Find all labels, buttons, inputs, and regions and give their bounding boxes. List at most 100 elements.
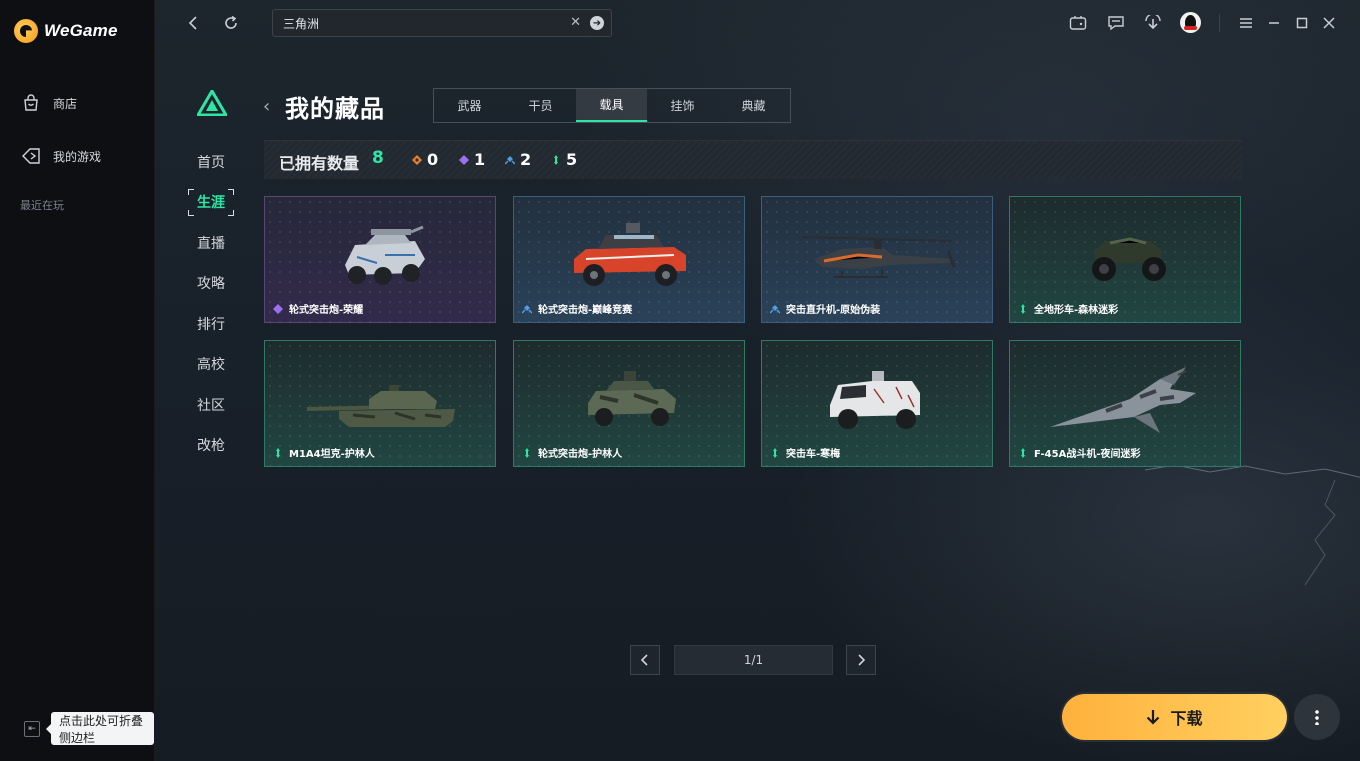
minimize-icon[interactable] [1263,12,1285,34]
vehicle-name: 突击直升机-原始伪装 [786,305,881,316]
tab-vehicles[interactable]: 载具 [576,89,647,122]
wegame-logo[interactable]: WeGame [14,19,118,43]
rarity-count-purple: 1 [459,150,485,169]
collection-back-icon[interactable]: ‹ [263,96,270,117]
atv-icon [1092,237,1166,281]
top-bar: ✕ ➜ [155,0,1360,45]
rarity-count-green: 5 [551,150,577,169]
download-button[interactable]: 下载 [1062,694,1287,740]
rarity-count-value: 1 [474,150,486,169]
search-bar: ✕ ➜ [272,9,612,37]
more-dots-icon [1315,709,1319,725]
next-page-button[interactable] [846,645,876,675]
game-nav-home[interactable]: 首页 [188,148,234,175]
sidebar-item-label: 我的游戏 [53,149,102,164]
game-nav-career[interactable]: 生涯 [188,188,234,216]
green-rarity-icon [773,447,777,458]
close-icon[interactable] [1318,12,1340,34]
vehicle-card[interactable]: 全地形车-森林迷彩 [1009,196,1241,323]
game-library-icon[interactable] [1067,12,1089,34]
game-controller-icon [21,146,41,166]
background-lightning-decoration [1144,464,1360,586]
vehicle-name: M1A4坦克-护林人 [289,449,375,460]
chevron-right-icon [858,654,866,666]
download-manager-icon[interactable] [1142,12,1164,34]
vehicle-card[interactable]: 轮式突击炮-荣耀 [264,196,496,323]
maximize-icon[interactable] [1291,12,1313,34]
tab-collection[interactable]: 典藏 [718,89,789,122]
vehicle-name: 轮式突击炮-巅峰竞赛 [538,305,633,316]
message-icon[interactable] [1105,12,1127,34]
chevron-left-icon [640,654,648,666]
owned-stats-bar: 已拥有数量 8 0 1 2 5 [264,140,1242,179]
tab-charms[interactable]: 挂饰 [647,89,718,122]
prev-page-button[interactable] [630,645,660,675]
user-avatar[interactable] [1180,12,1201,33]
menu-icon[interactable] [1235,12,1257,34]
download-arrow-icon [1147,710,1160,725]
vehicle-name: 突击车-寒梅 [786,449,841,460]
vehicle-card[interactable]: 突击车-寒梅 [761,340,993,467]
tab-weapons[interactable]: 武器 [434,89,505,122]
search-go-icon[interactable]: ➜ [590,16,604,30]
green-rarity-icon [276,447,280,458]
clear-search-icon[interactable]: ✕ [570,15,581,30]
brand-name: WeGame [44,21,118,40]
vehicle-card[interactable]: M1A4坦克-护林人 [264,340,496,467]
main-content: ✕ ➜ 首页 生涯 直播 攻略 [155,0,1360,761]
page-indicator[interactable]: 1/1 [674,645,833,675]
green-rarity-icon [525,447,529,458]
delta-force-logo-icon[interactable] [197,90,227,116]
fighter-jet-icon [1050,367,1196,433]
sidebar-item-shop[interactable]: 商店 [0,88,155,118]
owned-total-count: 8 [372,148,384,168]
game-nav-gun-mod[interactable]: 改枪 [188,432,234,459]
page-title: 我的藏品 [285,95,385,123]
vehicle-card[interactable]: 轮式突击炮-护林人 [513,340,745,467]
green-rarity-icon [1021,303,1025,314]
blue-rarity-icon [505,155,515,165]
attack-helicopter-icon [801,236,956,278]
rarity-count-value: 0 [427,150,439,169]
tab-operators[interactable]: 干员 [505,89,576,122]
vehicle-name: 轮式突击炮-护林人 [538,449,623,460]
vehicle-name: F-45A战斗机-夜间迷彩 [1034,449,1141,460]
vehicle-name: 全地形车-森林迷彩 [1034,305,1119,316]
owned-count-label: 已拥有数量 [279,154,360,173]
refresh-icon[interactable] [220,12,242,34]
game-nav-live[interactable]: 直播 [188,229,234,256]
recent-played-label: 最近在玩 [20,199,64,212]
vehicle-card[interactable]: F-45A战斗机-夜间迷彩 [1009,340,1241,467]
sidebar-item-label: 商店 [53,96,78,111]
shop-bag-icon [21,93,41,113]
green-rarity-icon [1021,447,1025,458]
blue-rarity-icon [770,304,780,314]
purple-rarity-icon [273,303,283,314]
back-icon[interactable] [183,12,205,34]
game-nav-ranking[interactable]: 排行 [188,310,234,337]
game-nav-guide[interactable]: 攻略 [188,270,234,297]
tank-icon [306,385,455,427]
app-sidebar: WeGame 商店 我的游戏 最近在玩 ⇤ 点击此处可折叠侧边栏 [0,0,155,761]
collection-tabs: 武器 干员 载具 挂饰 典藏 [433,88,791,123]
game-nav-college[interactable]: 高校 [188,351,234,378]
sidebar-item-my-games[interactable]: 我的游戏 [0,141,155,171]
game-nav-community[interactable]: 社区 [188,391,234,418]
vehicle-card[interactable]: 突击直升机-原始伪装 [761,196,993,323]
rarity-count-orange: 0 [412,150,438,169]
collapse-tooltip: 点击此处可折叠侧边栏 [46,712,154,745]
search-input[interactable] [283,14,553,32]
wegame-logo-icon [14,19,38,43]
green-rarity-icon [554,154,558,165]
rarity-count-blue: 2 [505,150,531,169]
orange-rarity-icon [412,154,422,165]
collapse-sidebar-icon[interactable]: ⇤ [24,721,40,737]
blue-rarity-icon [522,304,532,314]
vehicle-card[interactable]: 轮式突击炮-巅峰竞赛 [513,196,745,323]
rarity-count-value: 5 [566,150,578,169]
download-label: 下载 [1170,709,1203,728]
more-options-button[interactable] [1294,694,1340,740]
armored-truck-icon [830,371,920,429]
topbar-divider [1219,14,1220,32]
vehicle-name: 轮式突击炮-荣耀 [289,305,364,316]
